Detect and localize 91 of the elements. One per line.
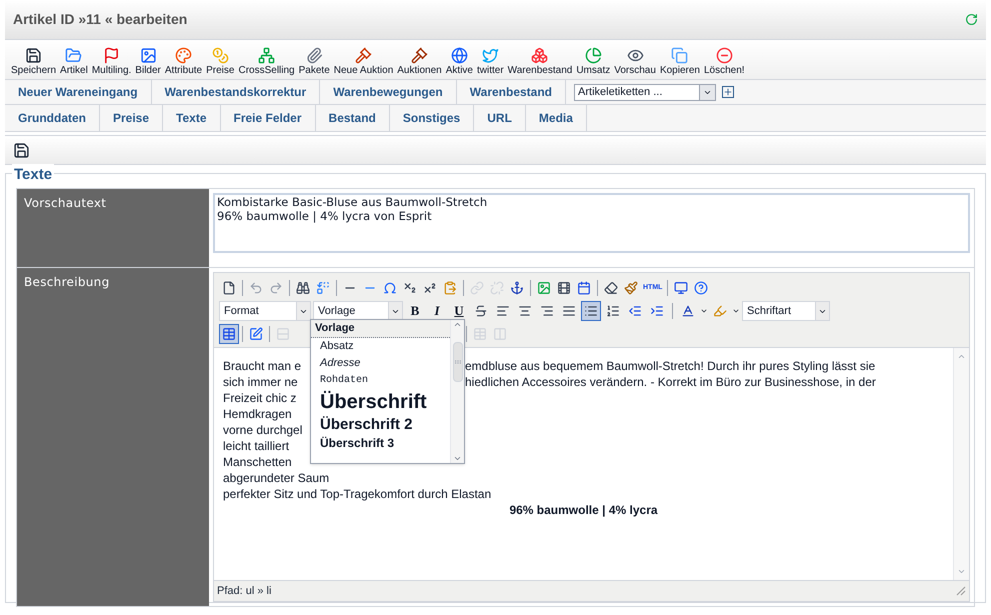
folder-icon <box>65 47 82 64</box>
toolbar-button[interactable]: Artikel <box>60 47 88 77</box>
scrollbar-thumb[interactable] <box>452 342 462 382</box>
style-select[interactable]: Vorlage <box>313 301 403 321</box>
tab[interactable]: Texte <box>163 105 220 131</box>
palette-icon <box>175 47 192 64</box>
tab[interactable]: Freie Felder <box>220 105 316 131</box>
text-line: Manschetten <box>223 454 292 470</box>
resize-handle-icon[interactable] <box>956 586 966 596</box>
element-path: Pfad: ul » li <box>217 584 272 599</box>
pie-chart-icon <box>584 47 602 64</box>
text-line: abgerundeter Saum <box>223 470 330 486</box>
bird-icon <box>482 47 499 64</box>
menu-item[interactable]: Adresse <box>311 355 450 372</box>
text-line: Freizeit chic z <box>223 390 296 406</box>
underline-button[interactable]: U <box>449 301 469 321</box>
text-line: Braucht man e <box>223 358 302 374</box>
save-icon[interactable] <box>13 142 30 158</box>
italic-button[interactable]: I <box>427 301 447 321</box>
bullet-list-icon[interactable] <box>581 301 601 321</box>
toolbar-button[interactable]: Löschen! <box>704 47 745 77</box>
field-label: Vorschautext <box>17 189 209 267</box>
tab[interactable]: URL <box>474 105 526 131</box>
menu-item[interactable]: Absatz <box>311 338 450 355</box>
image-icon <box>140 47 157 64</box>
tab[interactable]: Bestand <box>316 105 390 131</box>
toolbar-button[interactable]: Auktionen <box>397 47 442 77</box>
network-icon <box>258 47 276 64</box>
menu-item[interactable]: Überschrift 3 <box>311 435 450 451</box>
toolbar-button[interactable]: Kopieren <box>660 47 700 77</box>
toolbar-button[interactable]: Speichern <box>11 47 56 77</box>
refresh-icon[interactable] <box>965 13 978 26</box>
tab[interactable]: Media <box>526 105 587 131</box>
toolbar-button[interactable]: Preise <box>206 47 234 77</box>
menu-item[interactable]: Überschrift 2 <box>311 415 450 435</box>
copy-icon <box>671 47 688 64</box>
toolbar-button[interactable]: Aktive <box>446 47 473 77</box>
toolbar-button[interactable]: Warenbestand <box>508 47 572 77</box>
globe-icon <box>450 47 468 64</box>
boxes-icon <box>531 47 548 64</box>
scrollbar[interactable] <box>953 348 969 580</box>
menu-item[interactable]: Überschrift <box>311 389 450 415</box>
toolbar-button[interactable]: Bilder <box>135 47 161 77</box>
tab[interactable]: Preise <box>100 105 164 131</box>
stock-tab[interactable]: Warenbewegungen <box>320 80 457 104</box>
flag-icon <box>103 47 120 64</box>
toolbar-button[interactable]: Pakete <box>298 47 330 77</box>
toolbar-button[interactable]: twitter <box>476 47 504 77</box>
text-line: emdbluse aus bequemem Baumwoll-Stretch! Durch ihr pures Styling lässt sie <box>465 358 876 374</box>
scroll-up-icon[interactable] <box>957 352 966 361</box>
text-line: sich immer ne <box>223 374 299 390</box>
menu-title: Vorlage <box>311 320 450 338</box>
format-select[interactable]: Format <box>219 301 311 321</box>
scrollbar[interactable] <box>450 320 464 463</box>
coins-icon <box>212 47 229 64</box>
label-select[interactable]: Artikeletiketten ... <box>574 84 716 100</box>
toolbar-button[interactable]: Multiling. <box>92 47 132 77</box>
menu-item[interactable]: Rohdaten <box>311 372 450 389</box>
stock-tab[interactable]: Warenbestand <box>456 80 566 104</box>
font-select[interactable]: Schriftart <box>742 301 830 321</box>
toolbar-button[interactable]: Vorschau <box>614 47 656 77</box>
scroll-down-icon[interactable] <box>957 567 966 576</box>
text-line: perfekter Sitz und Top-Tragekomfort durch Elastan <box>223 486 492 502</box>
gavel-plus-icon <box>355 47 372 64</box>
toolbar-button[interactable]: Attribute <box>164 47 202 77</box>
preview-text-field[interactable]: Kombistarke Basic-Bluse aus Baumwoll-Stretch 96% baumwolle | 4% lycra von Esprit <box>213 193 970 253</box>
stock-tab[interactable]: Neuer Wareneingang <box>5 80 152 104</box>
text-line: hiedlichen Accessoires verändern. - Korrekt im Büro zur Businesshose, in der <box>465 374 876 390</box>
text-line: vorne durchgel <box>223 422 302 438</box>
tab[interactable]: Grunddaten <box>5 105 100 131</box>
bold-text-line: 96% baumwolle | 4% lycra <box>509 502 658 518</box>
text-line: Hemdkragen <box>223 406 292 422</box>
grip-icon <box>454 358 462 366</box>
stock-tab[interactable]: Warenbestandskorrektur <box>152 80 320 104</box>
text-line: leicht tailliert <box>223 438 290 454</box>
add-icon[interactable] <box>722 86 734 98</box>
gavel-icon <box>411 47 428 64</box>
scroll-down-icon[interactable] <box>453 454 462 463</box>
toolbar-button[interactable]: CrossSelling <box>238 47 295 77</box>
bold-button[interactable]: B <box>405 301 425 321</box>
scroll-up-icon[interactable] <box>453 320 462 329</box>
delete-icon <box>716 47 733 64</box>
page-title: Artikel ID »11 « bearbeiten <box>13 10 188 29</box>
save-icon <box>25 47 42 64</box>
toolbar-button[interactable]: Umsatz <box>576 47 610 77</box>
paperclip-icon <box>306 47 323 64</box>
field-label: Beschreibung <box>17 268 209 606</box>
table-icon[interactable] <box>219 324 239 344</box>
tab[interactable]: Sonstiges <box>390 105 474 131</box>
eye-icon <box>626 47 644 64</box>
toolbar-button[interactable]: Neue Auktion <box>334 47 394 77</box>
